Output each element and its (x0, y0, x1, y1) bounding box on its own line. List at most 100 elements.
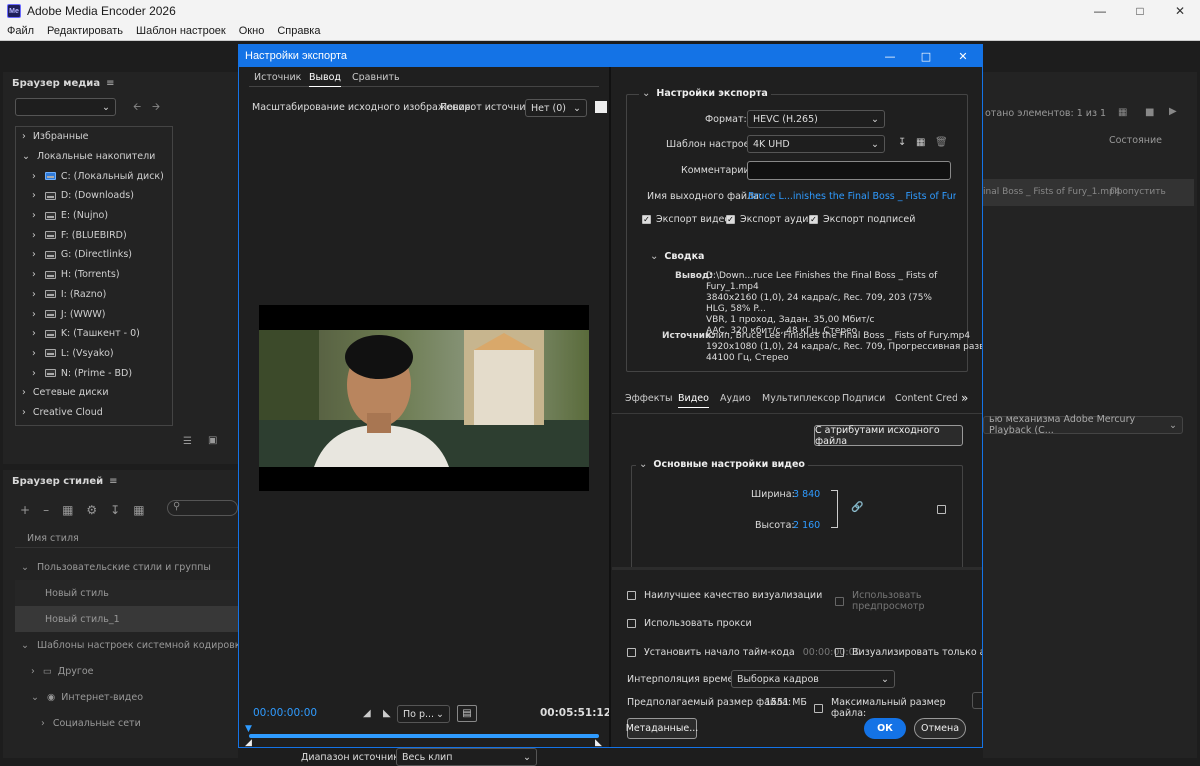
export-settings-header[interactable]: ⌄ Настройки экспорта (639, 88, 771, 99)
chevron-right-icon[interactable]: › (32, 368, 36, 379)
tree-drive[interactable]: › L: (Vsyako) (16, 344, 172, 364)
style-item[interactable]: Новый стиль_1 (15, 606, 238, 632)
panel-menu-icon[interactable]: ≡ (109, 476, 117, 487)
tree-drive[interactable]: › N: (Prime - BD) (16, 363, 172, 383)
chevron-right-icon[interactable]: › (32, 269, 36, 280)
settings-icon[interactable]: ⚙ (86, 503, 97, 517)
timeline-range[interactable] (249, 734, 599, 738)
playhead-icon[interactable]: ▼ (245, 724, 252, 734)
menu-edit[interactable]: Редактировать (47, 25, 123, 37)
max-size-input[interactable] (972, 692, 982, 709)
maximize-icon[interactable]: □ (1120, 0, 1160, 22)
timecode-current[interactable]: 00:00:00:00 (253, 707, 317, 719)
tree-drive[interactable]: › F: (BLUEBIRD) (16, 225, 172, 245)
set-timecode-checkbox[interactable]: Установить начало тайм-кода 00:00:00:00 (627, 647, 861, 658)
tree-drive[interactable]: › C: (Локальный диск) (16, 166, 172, 186)
tree-cc[interactable]: › Creative Cloud (16, 403, 172, 423)
tree-favorites[interactable]: › Избранные (16, 127, 172, 147)
tree-network[interactable]: › Сетевые диски (16, 383, 172, 403)
tab-source[interactable]: Источник (254, 72, 301, 83)
mark-out-icon[interactable]: ◣ (383, 708, 391, 719)
save-preset-icon[interactable]: ↧ (898, 137, 906, 148)
remove-icon[interactable]: – (43, 503, 49, 517)
rotate-dropdown[interactable]: Нет (0) ⌄ (525, 99, 587, 117)
back-arrow-icon[interactable]: 🡨 (133, 100, 141, 117)
panel-menu-icon[interactable]: ≡ (106, 78, 114, 89)
folder-icon[interactable]: ▦ (1118, 107, 1127, 118)
width-value[interactable]: 3 840 (793, 489, 820, 500)
chevron-right-icon[interactable]: › (32, 190, 36, 201)
tree-drive[interactable]: › D: (Downloads) (16, 186, 172, 206)
import-icon[interactable]: ↧ (110, 503, 120, 517)
tree-web[interactable]: ⌄ ◉ Интернет-видео (15, 684, 238, 710)
tree-drive[interactable]: › I: (Razno) (16, 285, 172, 305)
out-point-icon[interactable]: ◣ (595, 738, 602, 748)
delete-preset-icon[interactable]: 🗑 (935, 137, 948, 148)
link-icon[interactable]: 🔗 (851, 502, 863, 513)
menu-preset[interactable]: Шаблон настроек (136, 25, 226, 37)
tree-drive[interactable]: › J: (WWW) (16, 304, 172, 324)
range-dropdown[interactable]: Весь клип ⌄ (396, 748, 537, 766)
use-proxy-checkbox[interactable]: Использовать прокси (627, 618, 752, 629)
preset-dropdown[interactable]: 4K UHD ⌄ (747, 135, 885, 153)
interp-dropdown[interactable]: Выборка кадров ⌄ (731, 670, 895, 688)
tree-local[interactable]: ⌄ Локальные накопители (16, 147, 172, 167)
menu-file[interactable]: Файл (7, 25, 34, 37)
format-dropdown[interactable]: HEVC (H.265) ⌄ (747, 110, 885, 128)
export-audio-checkbox[interactable]: ✓ Экспорт аудио (726, 214, 814, 225)
tree-system[interactable]: ⌄ Шаблоны настроек системной кодировки (15, 632, 247, 658)
chevron-right-icon[interactable]: › (32, 249, 36, 260)
menu-window[interactable]: Окно (239, 25, 265, 37)
tree-drive[interactable]: › H: (Torrents) (16, 265, 172, 285)
crop-icon[interactable] (595, 101, 607, 113)
close-icon[interactable]: ✕ (1160, 0, 1200, 22)
tree-other[interactable]: › ▭ Другое (15, 658, 238, 684)
export-captions-checkbox[interactable]: ✓ Экспорт подписей (809, 214, 915, 225)
chevron-right-icon[interactable]: › (32, 309, 36, 320)
tab-multiplexer[interactable]: Мультиплексор (762, 393, 840, 404)
tree-social[interactable]: › Социальные сети (15, 710, 238, 736)
chevron-right-icon[interactable]: › (32, 348, 36, 359)
import-preset-icon[interactable]: ▦ (916, 137, 925, 148)
export-video-checkbox[interactable]: ✓ Экспорт видео (642, 214, 730, 225)
in-point-icon[interactable]: ◢ (245, 738, 252, 748)
minimize-icon[interactable]: — (872, 50, 908, 63)
tab-captions[interactable]: Подписи (842, 393, 885, 404)
tab-audio[interactable]: Аудио (720, 393, 751, 404)
height-value[interactable]: 2 160 (793, 520, 820, 531)
style-item[interactable]: Новый стиль (15, 580, 238, 606)
tab-video[interactable]: Видео (678, 393, 709, 408)
tree-drive[interactable]: › K: (Ташкент - 0) (16, 324, 172, 344)
ok-button[interactable]: ОК (864, 718, 906, 739)
basic-video-header[interactable]: ⌄ Основные настройки видео (636, 459, 808, 470)
renderer-dropdown[interactable]: ью механизма Adobe Mercury Playback (C..… (983, 414, 1183, 436)
menu-help[interactable]: Справка (277, 25, 320, 37)
search-input[interactable]: ⚲ (167, 500, 238, 516)
splitter[interactable] (609, 67, 611, 747)
chevron-right-icon[interactable]: › (32, 230, 36, 241)
safe-margins-icon[interactable]: ▤ (457, 705, 477, 722)
alpha-only-checkbox[interactable]: Визуализировать только альфа-к (835, 647, 982, 658)
max-quality-checkbox[interactable]: Наилучшее качество визуализации (627, 590, 822, 601)
group-icon[interactable]: ▦ (62, 503, 73, 517)
chevron-right-icon[interactable]: › (32, 289, 36, 300)
metadata-button[interactable]: Метаданные... (626, 718, 698, 739)
chevron-right-icon[interactable]: › (32, 328, 36, 339)
forward-arrow-icon[interactable]: 🡪 (152, 100, 160, 117)
chevron-right-icon[interactable]: › (32, 171, 36, 182)
cancel-button[interactable]: Отмена (914, 718, 966, 739)
tree-drive[interactable]: › G: (Directlinks) (16, 245, 172, 265)
stop-icon[interactable]: ■ (1145, 107, 1154, 118)
maximize-icon[interactable]: □ (908, 50, 944, 63)
comments-input[interactable] (747, 161, 951, 180)
tree-user-styles[interactable]: ⌄ Пользовательские стили и группы (15, 554, 238, 580)
match-source-button[interactable]: С атрибутами исходного файла (814, 425, 963, 447)
max-size-checkbox[interactable]: Максимальный размер файла: (814, 697, 982, 719)
add-icon[interactable]: + (20, 503, 30, 517)
mark-in-icon[interactable]: ◢ (363, 708, 371, 719)
tab-content-credentials[interactable]: Content Creden (895, 393, 957, 404)
chevron-right-icon[interactable]: › (32, 210, 36, 221)
use-preview-checkbox[interactable]: Использовать предпросмотр (835, 590, 982, 612)
location-dropdown[interactable]: ⌄ (15, 98, 116, 116)
output-file-link[interactable]: Bruce L...inishes the Final Boss _ Fists… (748, 191, 956, 202)
